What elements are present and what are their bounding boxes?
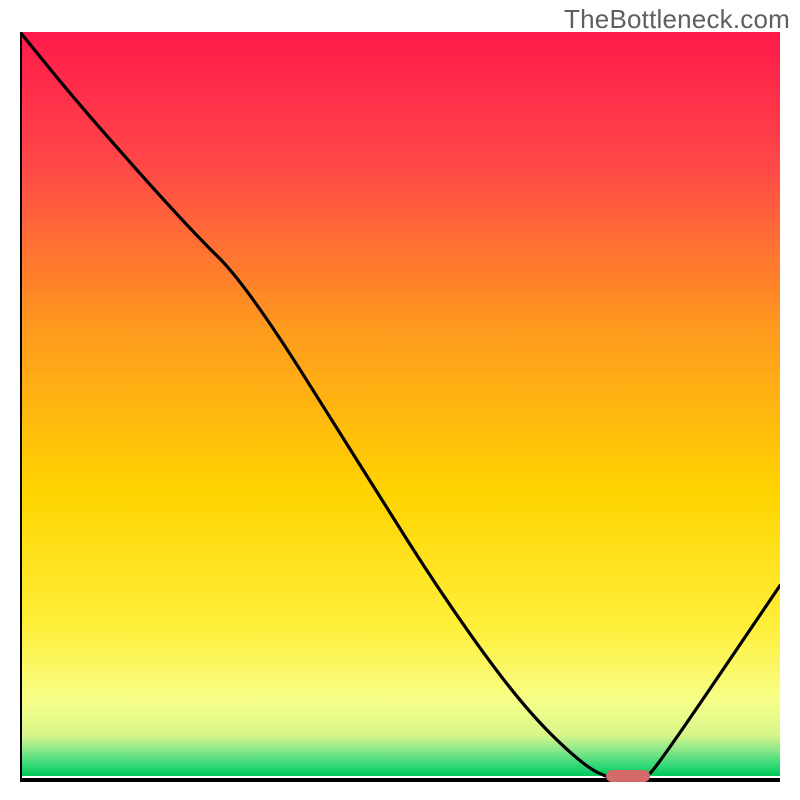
chart-svg: [20, 32, 780, 784]
watermark-text: TheBottleneck.com: [564, 4, 790, 35]
chart-frame: TheBottleneck.com: [0, 0, 800, 800]
optimum-marker: [606, 770, 650, 782]
gradient-field: [20, 32, 780, 776]
bottleneck-chart: [20, 32, 780, 784]
